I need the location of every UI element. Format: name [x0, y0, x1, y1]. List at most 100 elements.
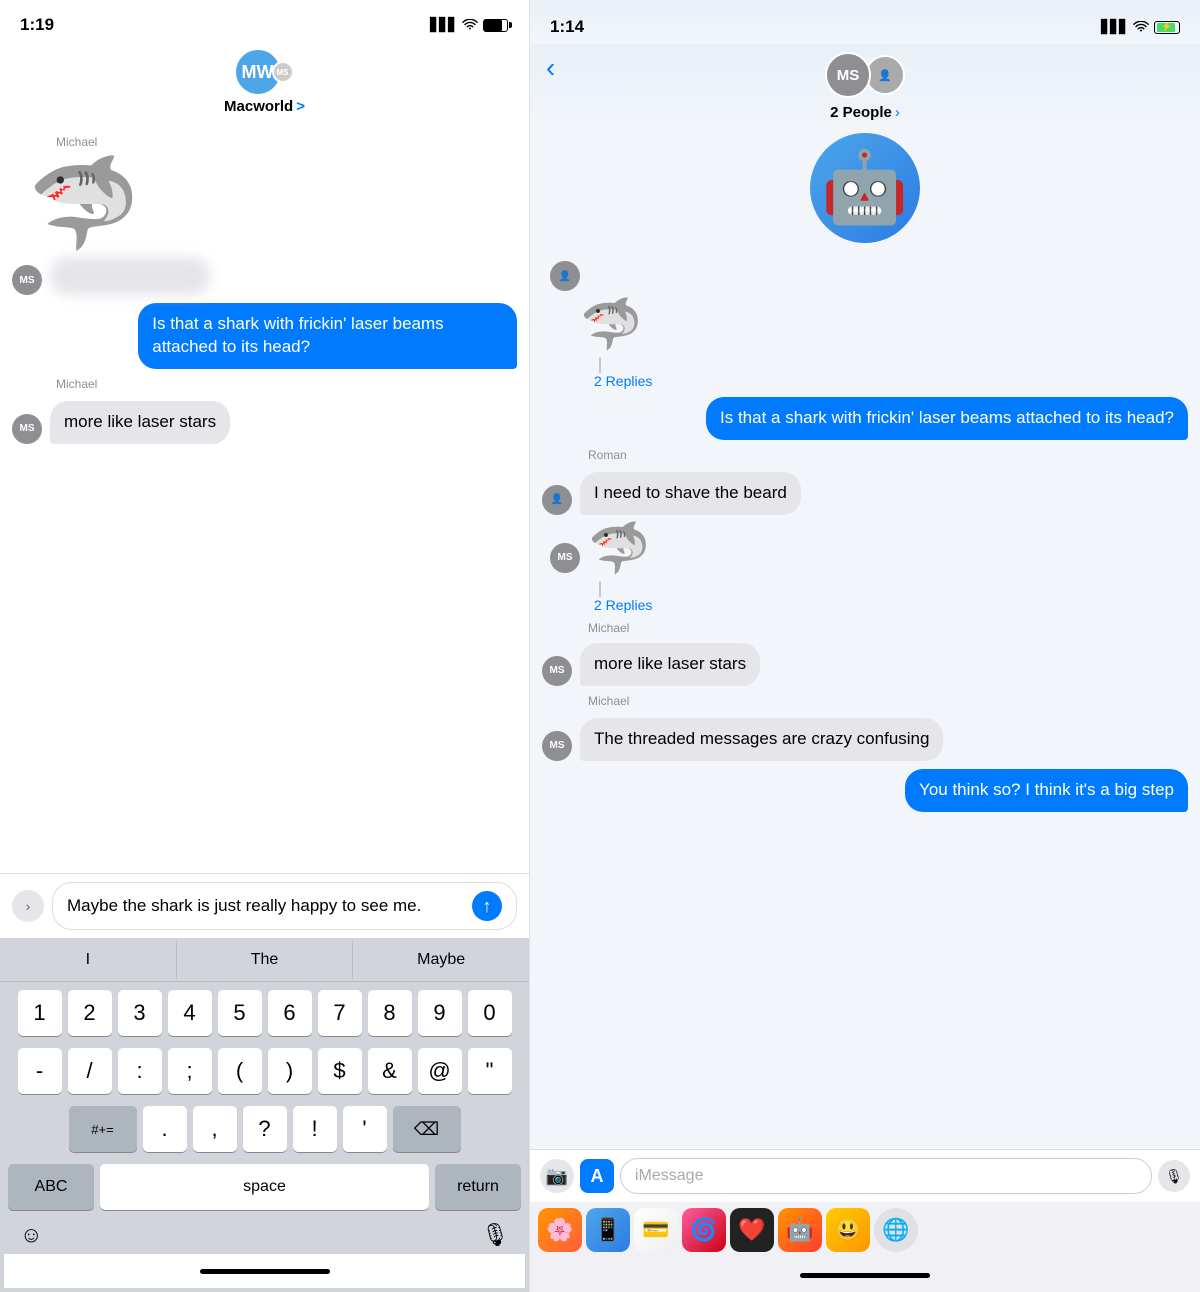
bubble-laser-right: Is that a shark with frickin' laser beam… [706, 397, 1188, 440]
dock-appstore[interactable]: 📱 [586, 1208, 630, 1252]
replies-link-2[interactable]: 2 Replies [594, 597, 1188, 613]
right-phone: 1:14 ▋▋▋ ⚡ ‹ MS 👤 [530, 0, 1200, 1292]
dock-activity[interactable]: 🌀 [682, 1208, 726, 1252]
mic-icon[interactable]: 🎙 [481, 1222, 509, 1248]
avatar-stack-left: MW MS [236, 50, 294, 94]
memoji-large: 🤖 [810, 133, 920, 243]
autocomplete-the[interactable]: The [177, 941, 354, 979]
key-4[interactable]: 4 [168, 990, 212, 1036]
key-dash[interactable]: - [18, 1048, 62, 1094]
messages-right: 👤 🦈 2 Replies Is that a shark with frick… [530, 251, 1200, 1149]
key-ampersand[interactable]: & [368, 1048, 412, 1094]
key-return[interactable]: return [435, 1164, 521, 1210]
app-store-icon[interactable]: A [580, 1159, 614, 1193]
bubble-laser-stars: more like laser stars [50, 401, 230, 444]
incoming-laser-stars: MS more like laser stars [12, 401, 517, 444]
keyboard[interactable]: 1 2 3 4 5 6 7 8 9 0 - / : ; ( ) $ & @ " … [0, 982, 529, 1292]
key-8[interactable]: 8 [368, 990, 412, 1036]
key-9[interactable]: 9 [418, 990, 462, 1036]
sender-roman: Roman [542, 448, 1188, 462]
text-input-left[interactable]: Maybe the shark is just really happy to … [52, 882, 517, 930]
key-quote[interactable]: " [468, 1048, 512, 1094]
key-colon[interactable]: : [118, 1048, 162, 1094]
audio-icon-right[interactable]: 🎙 [1158, 1160, 1190, 1192]
dock-heart[interactable]: ❤️ [730, 1208, 774, 1252]
avatar-group-right[interactable]: MS 👤 [825, 50, 905, 100]
imessage-input-right[interactable]: iMessage [620, 1158, 1152, 1194]
dock-row-right: 🌸 📱 💳 🌀 ❤️ 🤖 😃 🌐 [530, 1202, 1200, 1258]
memoji-section: 🤖 [530, 133, 1200, 251]
home-bar-left [200, 1269, 330, 1274]
home-indicator-left [4, 1254, 525, 1288]
ms-avatar-2: MS [550, 543, 580, 573]
time-left: 1:19 [20, 15, 54, 35]
dock-globe[interactable]: 🌐 [874, 1208, 918, 1252]
input-bar-right[interactable]: 📷 A iMessage 🎙 [530, 1149, 1200, 1202]
expand-button[interactable]: › [12, 890, 44, 922]
battery-right: ⚡ [1154, 21, 1180, 34]
signal-icon-right: ▋▋▋ [1101, 19, 1128, 35]
bubble-big-step: You think so? I think it's a big step [905, 769, 1188, 812]
dock-memoji1[interactable]: 🤖 [778, 1208, 822, 1252]
sender-michael-thread: Michael [542, 621, 1188, 635]
autocomplete-i[interactable]: I [0, 941, 177, 979]
blurred-row: MS [12, 257, 517, 295]
emoji-icon[interactable]: ☺ [20, 1222, 42, 1248]
key-6[interactable]: 6 [268, 990, 312, 1036]
camera-icon-right[interactable]: 📷 [540, 1159, 574, 1193]
signal-icon-left: ▋▋▋ [430, 17, 457, 33]
avatar-person-right: 👤 [865, 55, 905, 95]
left-phone: 1:19 ▋▋▋ MW MS Macworld > [0, 0, 530, 1292]
key-close-paren[interactable]: ) [268, 1048, 312, 1094]
nav-header-left: MW MS Macworld > [0, 44, 529, 125]
replies-link-1[interactable]: 2 Replies [594, 373, 1188, 389]
key-3[interactable]: 3 [118, 990, 162, 1036]
key-apostrophe[interactable]: ' [343, 1106, 387, 1152]
dock-applepay[interactable]: 💳 [634, 1208, 678, 1252]
key-exclaim[interactable]: ! [293, 1106, 337, 1152]
nav-title-right[interactable]: 2 People › [830, 104, 900, 121]
key-semicolon[interactable]: ; [168, 1048, 212, 1094]
key-5[interactable]: 5 [218, 990, 262, 1036]
key-0[interactable]: 0 [468, 990, 512, 1036]
key-question[interactable]: ? [243, 1106, 287, 1152]
key-1[interactable]: 1 [18, 990, 62, 1036]
thread-sticker-row: 🦈 [542, 299, 1188, 349]
thread-sticker-1: 🦈 [580, 299, 642, 349]
key-space[interactable]: space [100, 1164, 429, 1210]
key-2[interactable]: 2 [68, 990, 112, 1036]
avatar-ms-2: MS [12, 414, 42, 444]
avatar-ms-right: MS [825, 52, 871, 98]
key-abc[interactable]: ABC [8, 1164, 94, 1210]
status-icons-left: ▋▋▋ [430, 17, 509, 33]
key-delete[interactable]: ⌫ [393, 1106, 461, 1152]
nav-title-left[interactable]: Macworld > [224, 98, 305, 115]
send-button-left[interactable]: ↑ [472, 891, 502, 921]
messages-left: Michael 🦈 MS Is that a shark with fricki… [0, 125, 529, 873]
key-7[interactable]: 7 [318, 990, 362, 1036]
status-bar-left: 1:19 ▋▋▋ [0, 0, 529, 44]
key-hashplus[interactable]: #+= [69, 1106, 137, 1152]
dock-photos[interactable]: 🌸 [538, 1208, 582, 1252]
key-dollar[interactable]: $ [318, 1048, 362, 1094]
back-button-right[interactable]: ‹ [546, 52, 555, 84]
thread-replies-1: 2 Replies [542, 357, 1188, 389]
dock-memoji2[interactable]: 😃 [826, 1208, 870, 1252]
key-at[interactable]: @ [418, 1048, 462, 1094]
ms-avatar-4: MS [542, 731, 572, 761]
avatar-ms-bubble: MS [12, 265, 42, 295]
battery-left [483, 19, 508, 32]
key-period[interactable]: . [143, 1106, 187, 1152]
incoming-roman: 👤 I need to shave the beard [542, 472, 1188, 515]
bubble-confusing: The threaded messages are crazy confusin… [580, 718, 943, 761]
autocomplete-maybe[interactable]: Maybe [353, 941, 529, 979]
key-slash[interactable]: / [68, 1048, 112, 1094]
incoming-confusing: MS The threaded messages are crazy confu… [542, 718, 1188, 761]
input-bar-left[interactable]: › Maybe the shark is just really happy t… [0, 873, 529, 938]
nav-header-right: ‹ MS 👤 2 People › [530, 44, 1200, 133]
key-comma[interactable]: , [193, 1106, 237, 1152]
sender-label-michael-1: Michael [12, 135, 517, 149]
thread-sticker-row-2: MS 🦈 [550, 523, 1188, 573]
key-open-paren[interactable]: ( [218, 1048, 262, 1094]
kb-extras: ☺ 🎙 [4, 1218, 525, 1254]
